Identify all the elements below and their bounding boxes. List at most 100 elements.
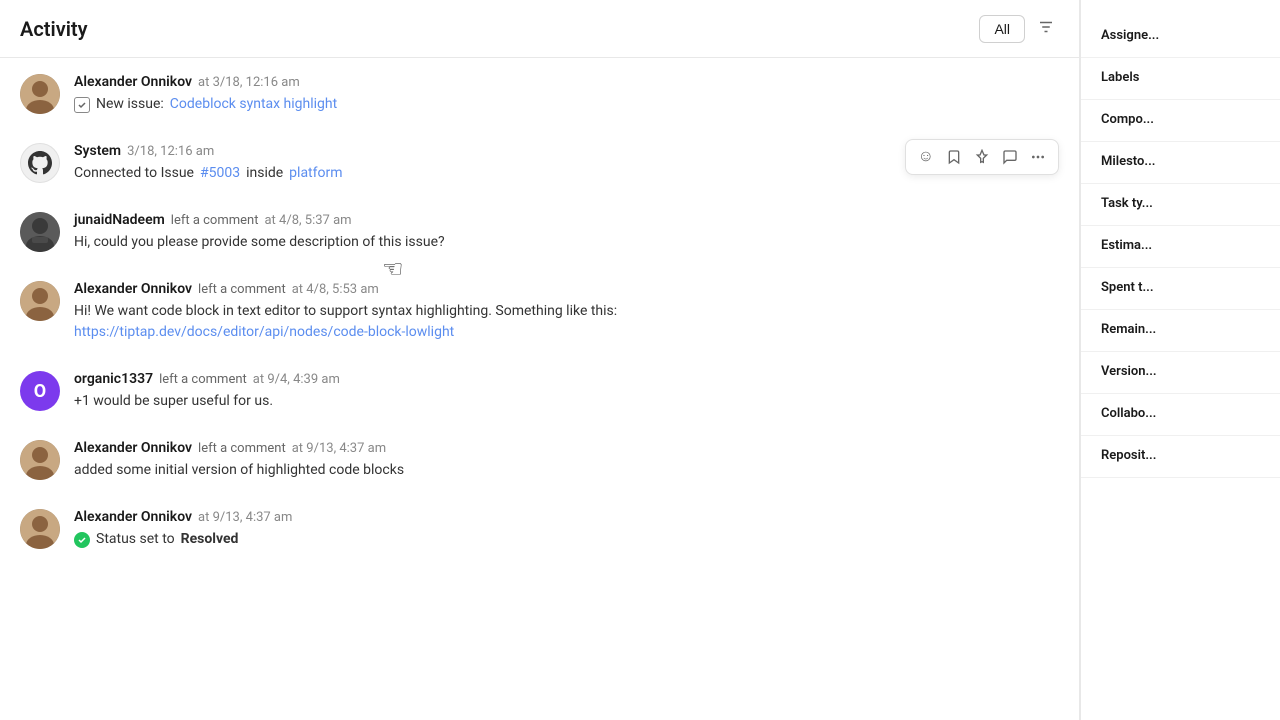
sidebar-estimate: Estima... bbox=[1081, 226, 1280, 268]
activity-content: +1 would be super useful for us. bbox=[74, 391, 1059, 412]
sidebar-milestone: Milesto... bbox=[1081, 142, 1280, 184]
activity-content: Hi! We want code block in text editor to… bbox=[74, 301, 1059, 343]
sidebar-version-label: Version... bbox=[1101, 364, 1260, 379]
activity-title: Activity bbox=[20, 17, 88, 41]
avatar-image bbox=[20, 212, 60, 252]
sidebar-remaining-label: Remain... bbox=[1101, 322, 1260, 337]
avatar bbox=[20, 440, 60, 480]
activity-body: Alexander Onnikov left a comment at 9/13… bbox=[74, 440, 1059, 481]
activity-item: junaidNadeem left a comment at 4/8, 5:37… bbox=[20, 212, 1059, 253]
more-button[interactable] bbox=[1026, 145, 1050, 169]
content-bold: Resolved bbox=[181, 529, 239, 550]
activity-time: 3/18, 12:16 am bbox=[127, 144, 214, 159]
avatar-letter: O bbox=[34, 381, 46, 402]
activity-content: added some initial version of highlighte… bbox=[74, 460, 1059, 481]
activity-content: Hi, could you please provide some descri… bbox=[74, 232, 1059, 253]
avatar bbox=[20, 509, 60, 549]
activity-time: at 4/8, 5:37 am bbox=[264, 213, 351, 228]
all-button[interactable]: All bbox=[979, 15, 1025, 43]
sidebar-task-type-label: Task ty... bbox=[1101, 196, 1260, 211]
activity-author: Alexander Onnikov bbox=[74, 440, 192, 456]
pin-icon bbox=[974, 149, 990, 165]
activity-time: at 4/8, 5:53 am bbox=[292, 282, 379, 297]
activity-meta: Alexander Onnikov at 9/13, 4:37 am bbox=[74, 509, 1059, 525]
filter-icon-button[interactable] bbox=[1033, 14, 1059, 43]
header-actions: All bbox=[979, 14, 1059, 43]
check-icon bbox=[77, 535, 87, 545]
activity-body: Alexander Onnikov at 9/13, 4:37 am Statu… bbox=[74, 509, 1059, 550]
sidebar-spent-time: Spent t... bbox=[1081, 268, 1280, 310]
sidebar-component-label: Compo... bbox=[1101, 112, 1260, 127]
issue-icon bbox=[74, 97, 90, 113]
activity-action: left a comment bbox=[159, 372, 247, 387]
activity-item: System 3/18, 12:16 am Connected to Issue… bbox=[20, 143, 1059, 184]
activity-item: Alexander Onnikov left a comment at 9/13… bbox=[20, 440, 1059, 481]
avatar-image bbox=[20, 74, 60, 114]
issue-number-link[interactable]: #5003 bbox=[200, 163, 240, 184]
pin-button[interactable] bbox=[970, 145, 994, 169]
activity-body: junaidNadeem left a comment at 4/8, 5:37… bbox=[74, 212, 1059, 253]
activity-author: organic1337 bbox=[74, 371, 153, 387]
content-text: Hi! We want code block in text editor to… bbox=[74, 301, 1059, 322]
sidebar-repository: Reposit... bbox=[1081, 436, 1280, 478]
activity-time: at 9/4, 4:39 am bbox=[253, 372, 340, 387]
comment-icon bbox=[1002, 149, 1018, 165]
activity-author: junaidNadeem bbox=[74, 212, 165, 228]
content-link[interactable]: https://tiptap.dev/docs/editor/api/nodes… bbox=[74, 324, 454, 340]
activity-time: at 3/18, 12:16 am bbox=[198, 75, 300, 90]
sidebar-assignee-label: Assigne... bbox=[1101, 28, 1260, 43]
activity-item: Alexander Onnikov at 3/18, 12:16 am New … bbox=[20, 74, 1059, 115]
sidebar-remaining: Remain... bbox=[1081, 310, 1280, 352]
activity-content: New issue: Codeblock syntax highlight bbox=[74, 94, 1059, 115]
hover-actions: ☺ bbox=[905, 139, 1059, 175]
content-text: added some initial version of highlighte… bbox=[74, 460, 404, 481]
sidebar-assignee: Assigne... bbox=[1081, 16, 1280, 58]
avatar bbox=[20, 74, 60, 114]
activity-author: System bbox=[74, 143, 121, 159]
content-middle: inside bbox=[246, 163, 283, 184]
activity-author: Alexander Onnikov bbox=[74, 281, 192, 297]
activity-action: left a comment bbox=[198, 282, 286, 297]
content-text: Connected to Issue bbox=[74, 163, 194, 184]
sidebar-milestone-label: Milesto... bbox=[1101, 154, 1260, 169]
sidebar-task-type: Task ty... bbox=[1081, 184, 1280, 226]
more-icon bbox=[1030, 149, 1046, 165]
activity-body: Alexander Onnikov at 3/18, 12:16 am New … bbox=[74, 74, 1059, 115]
avatar-image bbox=[20, 509, 60, 549]
filter-icon bbox=[1037, 18, 1055, 36]
bookmark-button[interactable] bbox=[942, 145, 966, 169]
resolved-icon bbox=[74, 532, 90, 548]
right-sidebar: Assigne... Labels Compo... Milesto... Ta… bbox=[1080, 0, 1280, 720]
emoji-icon: ☺ bbox=[918, 148, 934, 166]
sidebar-labels-label: Labels bbox=[1101, 70, 1260, 85]
sidebar-version: Version... bbox=[1081, 352, 1280, 394]
activity-action: left a comment bbox=[198, 441, 286, 456]
activity-content: Status set to Resolved bbox=[74, 529, 1059, 550]
activity-time: at 9/13, 4:37 am bbox=[198, 510, 292, 525]
activity-author: Alexander Onnikov bbox=[74, 509, 192, 525]
content-text: Hi, could you please provide some descri… bbox=[74, 232, 445, 253]
github-icon bbox=[28, 151, 52, 175]
sidebar-estimate-label: Estima... bbox=[1101, 238, 1260, 253]
sidebar-collaborator-label: Collabo... bbox=[1101, 406, 1260, 421]
comment-button[interactable] bbox=[998, 145, 1022, 169]
sidebar-component: Compo... bbox=[1081, 100, 1280, 142]
issue-link[interactable]: Codeblock syntax highlight bbox=[170, 94, 337, 115]
activity-meta: organic1337 left a comment at 9/4, 4:39 … bbox=[74, 371, 1059, 387]
content-text: +1 would be super useful for us. bbox=[74, 391, 273, 412]
activity-header: Activity All bbox=[0, 0, 1079, 58]
activity-body: organic1337 left a comment at 9/4, 4:39 … bbox=[74, 371, 1059, 412]
activity-meta: junaidNadeem left a comment at 4/8, 5:37… bbox=[74, 212, 1059, 228]
activity-time: at 9/13, 4:37 am bbox=[292, 441, 386, 456]
activity-list: Alexander Onnikov at 3/18, 12:16 am New … bbox=[0, 58, 1079, 718]
avatar bbox=[20, 281, 60, 321]
activity-item: Alexander Onnikov at 9/13, 4:37 am Statu… bbox=[20, 509, 1059, 550]
avatar-image bbox=[20, 281, 60, 321]
avatar bbox=[20, 143, 60, 183]
avatar-image bbox=[20, 440, 60, 480]
platform-link[interactable]: platform bbox=[289, 163, 342, 184]
bookmark-icon bbox=[946, 149, 962, 165]
activity-author: Alexander Onnikov bbox=[74, 74, 192, 90]
activity-meta: Alexander Onnikov left a comment at 4/8,… bbox=[74, 281, 1059, 297]
emoji-button[interactable]: ☺ bbox=[914, 144, 938, 170]
